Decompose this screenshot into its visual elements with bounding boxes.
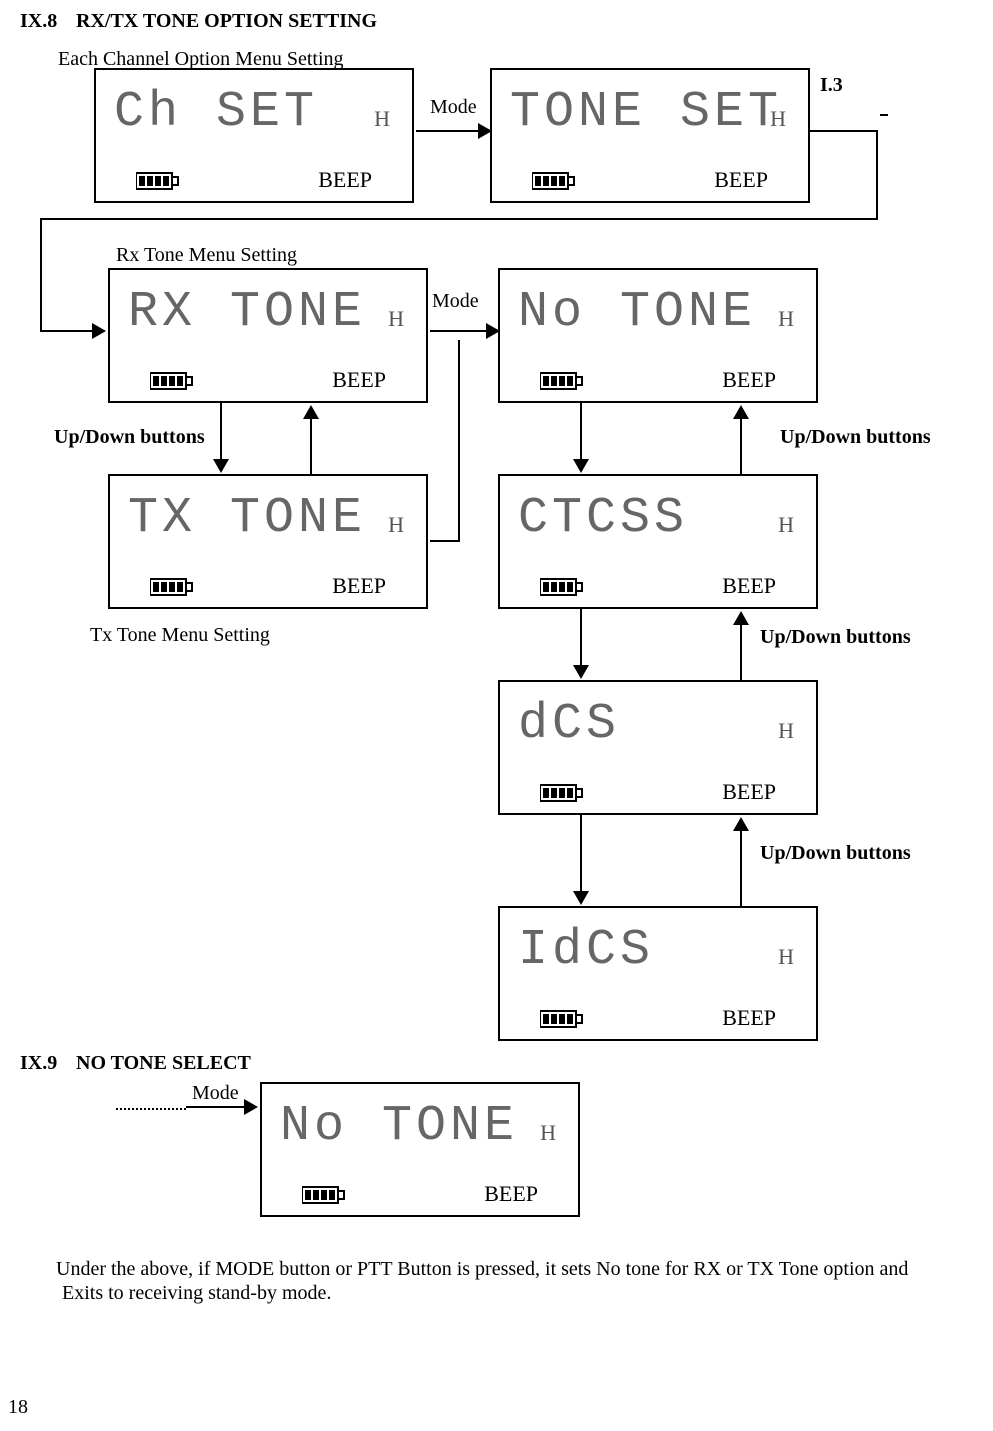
arrow-line	[580, 609, 582, 667]
lcd-beep: BEEP	[332, 367, 386, 393]
lcd-beep: BEEP	[722, 367, 776, 393]
arrow-line	[740, 829, 742, 907]
label-i3: I.3	[820, 74, 843, 97]
lcd-text: No TONE	[280, 1098, 518, 1155]
arrowhead-up-icon	[303, 405, 319, 419]
lcd-text: CTCSS	[518, 490, 688, 547]
label-updown-right-2: Up/Down buttons	[760, 626, 911, 649]
section-number-ix8: IX.8	[20, 10, 57, 33]
lcd-idcs: IdCS H BEEP	[498, 906, 818, 1041]
dotted-line	[116, 1108, 186, 1110]
lcd-beep: BEEP	[484, 1181, 538, 1207]
arrowhead-down-icon	[573, 459, 589, 473]
lcd-ctcss: CTCSS H BEEP	[498, 474, 818, 609]
arrow-line	[740, 623, 742, 681]
body-text-line2: Exits to receiving stand-by mode.	[62, 1282, 962, 1305]
battery-icon	[540, 577, 584, 597]
arrow-line	[580, 815, 582, 893]
lcd-h: H	[778, 718, 794, 744]
arrowhead-down-icon	[573, 891, 589, 905]
lcd-rx-tone: RX TONE H BEEP	[108, 268, 428, 403]
battery-icon	[540, 371, 584, 391]
tick	[880, 114, 888, 116]
arrow-line	[220, 403, 222, 461]
label-mode-2: Mode	[432, 290, 479, 313]
arrow-line	[810, 130, 878, 132]
lcd-text: dCS	[518, 696, 620, 753]
label-tx-tone-menu: Tx Tone Menu Setting	[90, 624, 270, 647]
lcd-beep: BEEP	[722, 1005, 776, 1031]
battery-icon	[150, 577, 194, 597]
lcd-no-tone: No TONE H BEEP	[498, 268, 818, 403]
lcd-no-tone-2: No TONE H BEEP	[260, 1082, 580, 1217]
battery-icon	[540, 1009, 584, 1029]
arrowhead-down-icon	[573, 665, 589, 679]
label-mode-1: Mode	[430, 96, 477, 119]
lcd-beep: BEEP	[318, 167, 372, 193]
arrow-line	[40, 330, 92, 332]
arrow-line	[310, 417, 312, 475]
lcd-text: IdCS	[518, 922, 654, 979]
battery-icon	[136, 171, 180, 191]
label-updown-right-1: Up/Down buttons	[780, 426, 931, 449]
label-rx-tone-menu: Rx Tone Menu Setting	[116, 244, 297, 267]
lcd-tone-set: TONE SET H BEEP	[490, 68, 810, 203]
arrowhead-right-icon	[478, 123, 492, 139]
lcd-text: Ch SET	[114, 84, 318, 141]
lcd-beep: BEEP	[332, 573, 386, 599]
lcd-h: H	[388, 512, 404, 538]
lcd-text: TONE SET	[510, 84, 782, 141]
lcd-h: H	[388, 306, 404, 332]
arrowhead-right-icon	[244, 1099, 258, 1115]
lcd-h: H	[374, 106, 390, 132]
arrow-line	[430, 330, 486, 332]
arrow-line	[580, 403, 582, 461]
arrow-line	[40, 218, 42, 330]
lcd-h: H	[778, 944, 794, 970]
battery-icon	[532, 171, 576, 191]
arrowhead-right-icon	[92, 323, 106, 339]
lcd-beep: BEEP	[714, 167, 768, 193]
arrow-line	[430, 540, 460, 542]
lcd-beep: BEEP	[722, 779, 776, 805]
arrow-line	[740, 417, 742, 475]
battery-icon	[540, 783, 584, 803]
lcd-dcs: dCS H BEEP	[498, 680, 818, 815]
page-number: 18	[8, 1396, 28, 1419]
label-mode-3: Mode	[192, 1082, 239, 1105]
lcd-h: H	[770, 106, 786, 132]
lcd-beep: BEEP	[722, 573, 776, 599]
lcd-ch-set: Ch SET H BEEP	[94, 68, 414, 203]
battery-icon	[150, 371, 194, 391]
body-text-line1: Under the above, if MODE button or PTT B…	[56, 1258, 956, 1281]
lcd-tx-tone: TX TONE H BEEP	[108, 474, 428, 609]
arrow-line	[186, 1106, 244, 1108]
lcd-text: TX TONE	[128, 490, 366, 547]
battery-icon	[302, 1185, 346, 1205]
lcd-h: H	[778, 512, 794, 538]
page: IX.8 RX/TX TONE OPTION SETTING Each Chan…	[0, 0, 993, 1431]
lcd-h: H	[778, 306, 794, 332]
section-number-ix9: IX.9	[20, 1052, 57, 1075]
label-updown-right-3: Up/Down buttons	[760, 842, 911, 865]
arrowhead-up-icon	[733, 611, 749, 625]
arrowhead-down-icon	[213, 459, 229, 473]
arrow-line	[876, 130, 878, 220]
section-title-ix8: RX/TX TONE OPTION SETTING	[76, 10, 377, 33]
arrow-line	[416, 130, 478, 132]
lcd-text: No TONE	[518, 284, 756, 341]
section-title-ix9: NO TONE SELECT	[76, 1052, 251, 1075]
arrowhead-up-icon	[733, 817, 749, 831]
label-updown-left: Up/Down buttons	[54, 426, 205, 449]
lcd-h: H	[540, 1120, 556, 1146]
arrow-line	[458, 340, 460, 542]
arrowhead-up-icon	[733, 405, 749, 419]
lcd-text: RX TONE	[128, 284, 366, 341]
arrow-line	[40, 218, 878, 220]
arrowhead-right-icon	[486, 323, 500, 339]
